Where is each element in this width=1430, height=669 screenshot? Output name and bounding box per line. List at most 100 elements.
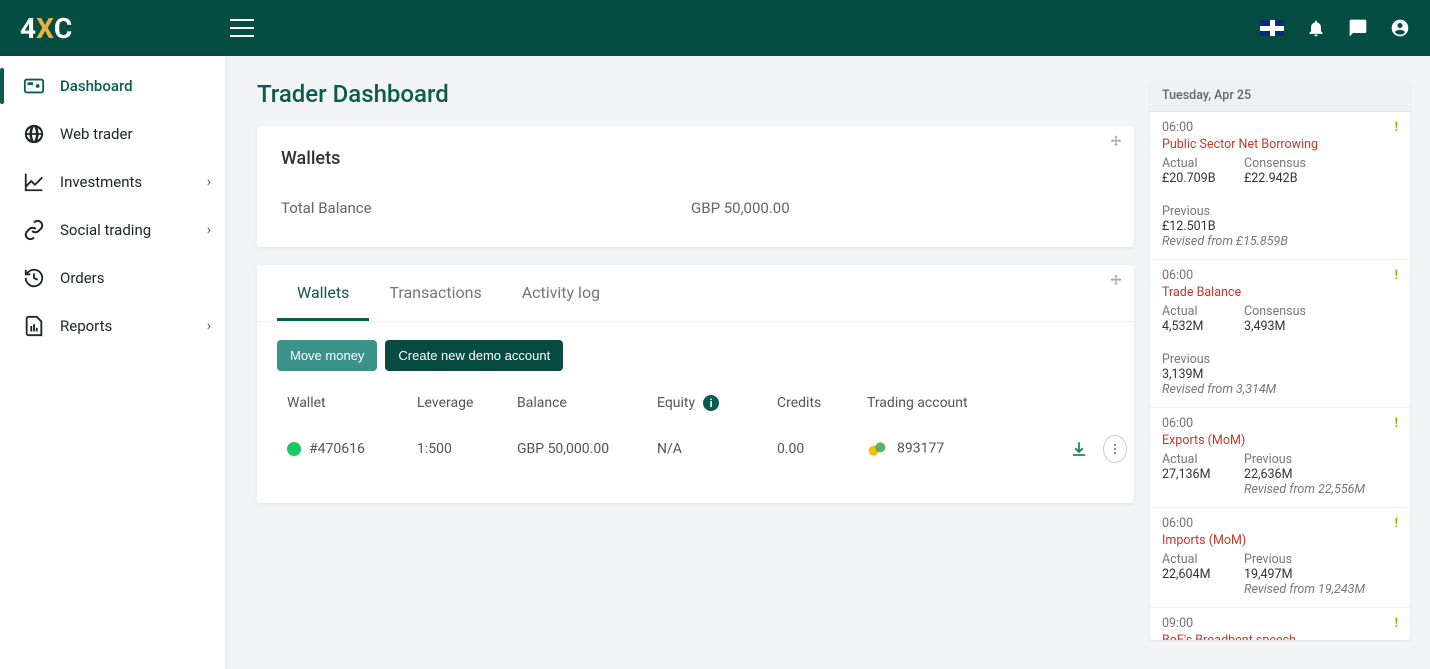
event-metric-revised: Revised from 22,556M (1244, 482, 1365, 497)
event-metric-revised: Revised from 3,314M (1162, 382, 1276, 397)
event-metric-label: Previous (1162, 352, 1276, 367)
sidebar-item-orders[interactable]: Orders (0, 254, 225, 302)
notifications-icon[interactable] (1306, 18, 1326, 38)
th-equity: Equity i (657, 395, 777, 411)
cell-leverage: 1:500 (417, 441, 517, 457)
event-metric-value: 4,532M (1162, 319, 1226, 334)
platform-icon (867, 439, 887, 459)
event-title: Imports (MoM) (1162, 533, 1398, 548)
tab-activity-log[interactable]: Activity log (502, 265, 620, 321)
th-balance: Balance (517, 395, 657, 411)
importance-icon: ! (1395, 268, 1398, 283)
event-metric-value: 3,139M (1162, 367, 1276, 382)
event-metric: Previous19,497MRevised from 19,243M (1244, 552, 1365, 597)
event-metric-value: £20.709B (1162, 171, 1226, 186)
link-icon (22, 219, 46, 241)
sidebar-item-label: Reports (60, 317, 112, 335)
event-time: 06:00 (1162, 516, 1193, 531)
globe-icon (22, 123, 46, 145)
event-metric-label: Previous (1162, 204, 1288, 219)
event-metric: Consensus3,493M (1244, 304, 1308, 334)
event-metric-value: £12.501B (1162, 219, 1288, 234)
event-metric: Actual22,604M (1162, 552, 1226, 597)
move-money-button[interactable]: Move money (277, 340, 377, 371)
th-wallet: Wallet (287, 395, 417, 411)
sidebar-item-label: Dashboard (60, 77, 133, 95)
cell-wallet: #470616 (287, 441, 417, 457)
download-icon[interactable] (1067, 435, 1091, 463)
th-leverage: Leverage (417, 395, 517, 411)
calendar-event[interactable]: 06:00!Trade BalanceActual4,532MConsensus… (1150, 260, 1410, 408)
move-card-icon[interactable] (1108, 273, 1124, 293)
event-time: 06:00 (1162, 120, 1193, 135)
calendar-event[interactable]: 06:00!Public Sector Net BorrowingActual£… (1150, 112, 1410, 260)
chart-line-icon (22, 171, 46, 193)
event-metric-revised: Revised from £15.859B (1162, 234, 1288, 249)
sidebar-item-social-trading[interactable]: Social trading › (0, 206, 225, 254)
calendar-date-header: Tuesday, Apr 25 (1150, 80, 1410, 112)
event-metric-value: 22,636M (1244, 467, 1365, 482)
th-trading-account: Trading account (867, 395, 1067, 411)
importance-icon: ! (1395, 120, 1398, 135)
chevron-right-icon: › (207, 174, 211, 190)
menu-toggle-icon[interactable] (230, 19, 254, 37)
event-metric-label: Previous (1244, 452, 1365, 467)
event-metric: Actual4,532M (1162, 304, 1226, 334)
event-metric-value: 3,493M (1244, 319, 1308, 334)
event-metric-value: £22.942B (1244, 171, 1308, 186)
more-actions-icon[interactable] (1103, 435, 1127, 463)
event-metric-label: Actual (1162, 552, 1226, 567)
chat-icon[interactable] (1348, 18, 1368, 38)
cell-equity: N/A (657, 441, 777, 457)
event-metric: Previous22,636MRevised from 22,556M (1244, 452, 1365, 497)
account-icon[interactable] (1390, 18, 1410, 38)
event-metric-label: Actual (1162, 452, 1226, 467)
content-area: Trader Dashboard Wallets Total Balance G… (225, 56, 1430, 669)
wallets-tabs-card: Wallets Transactions Activity log Move m… (257, 265, 1134, 503)
event-metric-value: 22,604M (1162, 567, 1226, 582)
sidebar: DashboardWeb traderInvestments›Social tr… (0, 56, 225, 669)
cell-credits: 0.00 (777, 441, 867, 457)
sidebar-item-investments[interactable]: Investments › (0, 158, 225, 206)
sidebar-item-reports[interactable]: Reports › (0, 302, 225, 350)
status-dot-icon (287, 442, 301, 456)
cell-trading-account: 893177 (867, 439, 1067, 459)
event-metric-revised: Revised from 19,243M (1244, 582, 1365, 597)
event-metric-label: Consensus (1244, 156, 1308, 171)
wallets-summary-card: Wallets Total Balance GBP 50,000.00 (257, 126, 1134, 247)
calendar-event[interactable]: 06:00! Imports (MoM) Actual22,604M Previous… (1150, 508, 1410, 608)
importance-icon: ! (1395, 616, 1398, 631)
event-time: 06:00 (1162, 416, 1193, 431)
create-demo-account-button[interactable]: Create new demo account (385, 340, 563, 371)
importance-icon: ! (1395, 416, 1398, 431)
calendar-event[interactable]: 06:00!Exports (MoM)Actual27,136MPrevious… (1150, 408, 1410, 508)
language-flag-icon[interactable] (1260, 20, 1284, 36)
brand-logo[interactable]: 4XC (20, 12, 220, 45)
calendar-event[interactable]: 09:00!BoE's Broadbent speech (1150, 608, 1410, 640)
move-card-icon[interactable] (1108, 134, 1124, 154)
event-time: 09:00 (1162, 616, 1193, 631)
page-title: Trader Dashboard (257, 80, 1134, 108)
wallets-summary-title: Wallets (281, 148, 1110, 169)
event-metric-value: 19,497M (1244, 567, 1365, 582)
info-icon[interactable]: i (703, 395, 719, 411)
th-credits: Credits (777, 395, 867, 411)
event-metric-value: 27,136M (1162, 467, 1226, 482)
history-icon (22, 267, 46, 289)
tab-transactions[interactable]: Transactions (369, 265, 501, 321)
event-metric: Actual£20.709B (1162, 156, 1226, 186)
report-icon (22, 315, 46, 337)
chevron-right-icon: › (207, 222, 211, 238)
sidebar-item-label: Social trading (60, 221, 151, 239)
event-time: 06:00 (1162, 268, 1193, 283)
sidebar-item-label: Investments (60, 173, 142, 191)
chevron-right-icon: › (207, 318, 211, 334)
sidebar-item-label: Web trader (60, 125, 133, 143)
sidebar-item-dashboard[interactable]: Dashboard (0, 62, 225, 110)
tab-wallets[interactable]: Wallets (277, 265, 369, 321)
event-metric: Previous£12.501BRevised from £15.859B (1162, 204, 1288, 249)
top-bar: 4XC (0, 0, 1430, 56)
topbar-right (1260, 18, 1410, 38)
importance-icon: ! (1395, 516, 1398, 531)
sidebar-item-web-trader[interactable]: Web trader (0, 110, 225, 158)
